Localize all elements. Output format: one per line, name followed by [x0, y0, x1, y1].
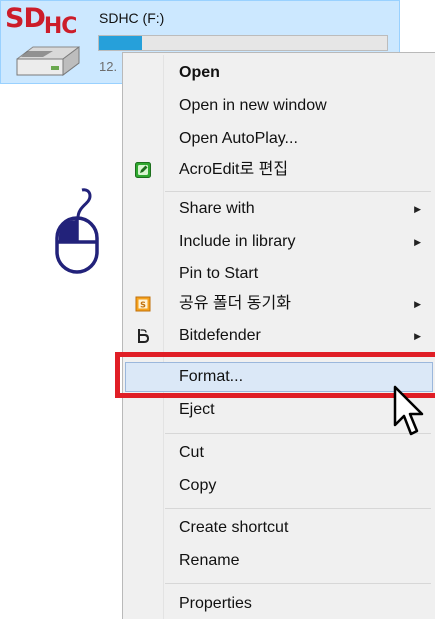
menu-separator [165, 508, 431, 509]
menu-item-share-with[interactable]: Share with ▶ [125, 194, 433, 224]
menu-item-cut[interactable]: Cut [125, 438, 433, 468]
menu-item-pin-to-start[interactable]: Pin to Start [125, 259, 433, 289]
menu-item-label: Share with [179, 200, 255, 217]
drive-usage-fill [99, 36, 143, 50]
menu-item-label: Pin to Start [179, 265, 259, 282]
menu-item-label: Open [179, 64, 220, 81]
bitdefender-icon [138, 329, 149, 343]
menu-separator [165, 191, 431, 192]
menu-item-eject[interactable]: Eject [125, 395, 433, 425]
menu-item-include-in-library[interactable]: Include in library ▶ [125, 227, 433, 257]
menu-item-label: Include in library [179, 233, 296, 250]
submenu-arrow-icon: ▶ [414, 299, 421, 309]
sdhc-logo: SDHC [5, 3, 77, 38]
submenu-arrow-icon: ▶ [414, 331, 421, 341]
mouse-icon [55, 188, 99, 274]
menu-item-sync-shared-folder[interactable]: S 공유 폴더 동기화 ▶ [125, 289, 433, 319]
menu-item-open-in-new-window[interactable]: Open in new window [125, 91, 433, 121]
menu-item-rename[interactable]: Rename [125, 546, 433, 576]
menu-item-copy[interactable]: Copy [125, 471, 433, 501]
submenu-arrow-icon: ▶ [414, 204, 421, 214]
sdhc-logo-hc: HC [43, 14, 78, 39]
submenu-arrow-icon: ▶ [414, 237, 421, 247]
menu-item-label: Properties [179, 595, 252, 612]
menu-item-properties[interactable]: Properties [125, 589, 433, 619]
menu-separator [165, 433, 431, 434]
menu-item-label: Open in new window [179, 97, 327, 114]
drive-usage-bar [98, 35, 388, 51]
removable-drive-icon [16, 46, 80, 76]
menu-item-label: Cut [179, 444, 204, 461]
acroedit-icon [135, 162, 151, 178]
menu-item-open-autoplay[interactable]: Open AutoPlay... [125, 124, 433, 154]
menu-item-label: 공유 폴더 동기화 [179, 295, 291, 312]
menu-item-label: Open AutoPlay... [179, 130, 298, 147]
svg-text:S: S [140, 301, 146, 310]
menu-separator [165, 583, 431, 584]
drive-name: SDHC (F:) [99, 10, 165, 26]
menu-item-bitdefender[interactable]: Bitdefender ▶ [125, 321, 433, 351]
menu-item-label: AcroEdit로 편집 [179, 161, 289, 178]
menu-item-label: Eject [179, 401, 215, 418]
sync-folder-icon: S [135, 296, 151, 312]
drive-size-text: 12. [99, 59, 118, 74]
menu-item-open[interactable]: Open [125, 58, 433, 88]
context-menu: Open Open in new window Open AutoPlay...… [122, 52, 435, 619]
menu-item-create-shortcut[interactable]: Create shortcut [125, 513, 433, 543]
menu-item-label: Rename [179, 552, 240, 569]
menu-item-label: Create shortcut [179, 519, 289, 536]
menu-item-label: Copy [179, 477, 217, 494]
sdhc-logo-sd: SD [5, 3, 46, 34]
format-highlight-box [115, 352, 435, 398]
menu-item-label: Bitdefender [179, 327, 261, 344]
menu-item-acroedit[interactable]: AcroEdit로 편집 [125, 155, 433, 185]
arrow-cursor-icon [393, 385, 424, 436]
